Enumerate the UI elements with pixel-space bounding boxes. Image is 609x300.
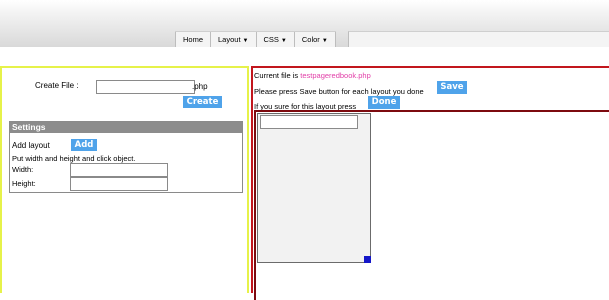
width-input[interactable] xyxy=(70,163,168,177)
menu-layout[interactable]: Layout ▼ xyxy=(210,32,256,47)
settings-box: Settings Add layout Add Put width and he… xyxy=(9,121,243,193)
current-file-name: testpageredbook.php xyxy=(300,71,371,80)
layout-canvas[interactable] xyxy=(254,110,609,300)
menu-color-label: Color xyxy=(301,35,320,44)
menu-color[interactable]: Color ▼ xyxy=(293,32,336,47)
current-file-prefix: Current file is xyxy=(254,71,301,80)
layout-object[interactable] xyxy=(257,113,371,263)
create-file-label: Create File : xyxy=(35,81,79,90)
resize-handle-icon[interactable] xyxy=(364,256,371,263)
main-menu: Home Layout ▼ CSS ▼ Color ▼ xyxy=(175,31,336,47)
save-instruction: Please press Save button for each layout… xyxy=(254,87,424,96)
php-extension: .php xyxy=(192,82,208,91)
save-button[interactable]: Save xyxy=(437,81,467,94)
menu-home-label: Home xyxy=(183,35,204,44)
layout-name-input[interactable] xyxy=(260,115,358,129)
left-panel: Create File : .php Create Settings Add l… xyxy=(0,66,249,293)
caret-down-icon: ▼ xyxy=(242,38,249,44)
create-button[interactable]: Create xyxy=(183,96,222,108)
menu-css[interactable]: CSS ▼ xyxy=(255,32,294,47)
height-input[interactable] xyxy=(70,177,168,191)
menu-layout-label: Layout xyxy=(218,35,241,44)
create-file-input[interactable] xyxy=(96,80,195,94)
menu-home[interactable]: Home xyxy=(175,32,211,47)
menu-css-label: CSS xyxy=(263,35,279,44)
add-layout-label: Add layout xyxy=(12,141,50,150)
caret-down-icon: ▼ xyxy=(321,38,328,44)
width-label: Width: xyxy=(12,165,34,174)
menu-spacer xyxy=(348,31,609,47)
add-button[interactable]: Add xyxy=(71,139,97,151)
settings-title: Settings xyxy=(10,122,242,133)
done-button[interactable]: Done xyxy=(368,96,400,109)
caret-down-icon: ▼ xyxy=(280,38,287,44)
height-label: Height: xyxy=(12,179,36,188)
current-file-status: Current file is testpageredbook.php xyxy=(254,71,371,80)
right-panel: Current file is testpageredbook.php Plea… xyxy=(251,66,609,300)
settings-hint: Put width and height and click object. xyxy=(12,154,136,163)
